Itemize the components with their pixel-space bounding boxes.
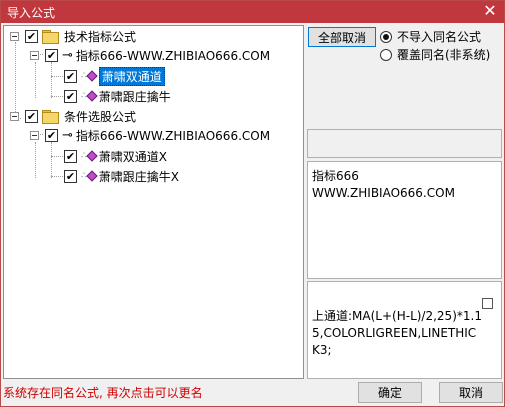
formula-icon: ∴ <box>81 150 98 162</box>
tree-pack[interactable]: ✔ ⊸ 指标666-WWW.ZHIBIAO666.COM <box>30 126 270 144</box>
tree-item-label: 萧啸双通道X <box>98 149 167 164</box>
item-checkbox[interactable]: ✔ <box>64 69 77 83</box>
tree-item[interactable]: ✔ ∴ 萧啸跟庄擒牛X <box>64 167 179 185</box>
item-checkbox[interactable]: ✔ <box>64 89 77 103</box>
info-line: WWW.ZHIBIAO666.COM <box>312 186 455 200</box>
tree-connector <box>51 142 52 178</box>
collapse-icon[interactable] <box>30 130 39 140</box>
status-message: 系统存在同名公式, 再次点击可以更名 <box>3 386 203 400</box>
radio-skip-duplicates[interactable]: 不导入同名公式 <box>380 28 481 45</box>
cancel-button[interactable]: 取消 <box>439 382 503 403</box>
radio-overwrite-duplicates[interactable]: 覆盖同名(非系统) <box>380 46 490 63</box>
collapse-icon[interactable] <box>30 50 39 60</box>
formula-icon: ∴ <box>81 90 98 102</box>
titlebar: 导入公式 ✕ <box>1 1 504 23</box>
tree-connector <box>51 176 65 177</box>
tree-item-label: 萧啸双通道 <box>98 66 165 86</box>
formula-icon: ∴ <box>81 170 98 182</box>
formula-icon: ∴ <box>81 70 98 82</box>
tree-item[interactable]: ✔ ∴ 萧啸双通道X <box>64 147 167 165</box>
radio-indicator[interactable] <box>380 30 392 43</box>
tree-connector <box>35 62 36 98</box>
collapse-icon[interactable] <box>10 111 19 121</box>
info-line: 指标666 <box>312 169 359 183</box>
folder-icon <box>42 30 59 44</box>
pack-checkbox[interactable]: ✔ <box>45 128 58 142</box>
info-text: 指标666 WWW.ZHIBIAO666.COM <box>312 168 455 202</box>
tree-item-label: 萧啸跟庄擒牛X <box>98 169 179 184</box>
radio-indicator[interactable] <box>380 48 392 61</box>
formula-panel[interactable]: 上通道:MA(L+(H-L)/2,25)*1.15,COLORLIGREEN,L… <box>307 281 502 379</box>
tree-group-label: 条件选股公式 <box>64 109 137 124</box>
tree-item[interactable]: ✔ ∴ 萧啸双通道 <box>64 66 165 86</box>
ok-button[interactable]: 确定 <box>358 382 422 403</box>
formula-text: 上通道:MA(L+(H-L)/2,25)*1.15,COLORLIGREEN,L… <box>312 309 482 357</box>
tree-connector <box>51 76 65 77</box>
window-title: 导入公式 <box>7 6 56 20</box>
empty-field <box>307 129 502 158</box>
key-icon: ⊸ <box>62 127 73 143</box>
radio-label: 不导入同名公式 <box>397 30 482 44</box>
tree-connector <box>51 62 52 98</box>
group-checkbox[interactable]: ✔ <box>25 29 38 43</box>
tree-pack-label: 指标666-WWW.ZHIBIAO666.COM <box>75 48 271 63</box>
tree-connector <box>35 142 36 178</box>
collapse-icon[interactable] <box>10 31 19 41</box>
info-panel: 指标666 WWW.ZHIBIAO666.COM <box>307 161 502 279</box>
pack-checkbox[interactable]: ✔ <box>45 48 58 62</box>
tree-pack-label: 指标666-WWW.ZHIBIAO666.COM <box>75 128 271 143</box>
tree-item-label: 萧啸跟庄擒牛 <box>98 89 171 104</box>
cancel-all-button[interactable]: 全部取消 <box>308 27 376 47</box>
tree-group-tech-indicators[interactable]: ✔ 技术指标公式 <box>10 27 136 45</box>
radio-label: 覆盖同名(非系统) <box>397 48 491 62</box>
key-icon: ⊸ <box>62 47 73 63</box>
tree-connector <box>51 96 65 97</box>
item-checkbox[interactable]: ✔ <box>64 169 77 183</box>
close-icon[interactable]: ✕ <box>482 2 498 20</box>
import-formula-dialog: 导入公式 ✕ ✔ 技术指标公式 ✔ ⊸ 指标666-WWW.ZHIBIAO666… <box>0 0 505 407</box>
tree-group-stock-selection[interactable]: ✔ 条件选股公式 <box>10 107 136 125</box>
folder-icon <box>42 110 59 124</box>
item-checkbox[interactable]: ✔ <box>64 149 77 163</box>
group-checkbox[interactable]: ✔ <box>25 109 38 123</box>
tree-connector <box>51 156 65 157</box>
formula-tree[interactable]: ✔ 技术指标公式 ✔ ⊸ 指标666-WWW.ZHIBIAO666.COM ✔ … <box>3 25 304 379</box>
tree-item[interactable]: ✔ ∴ 萧啸跟庄擒牛 <box>64 87 171 105</box>
tree-pack[interactable]: ✔ ⊸ 指标666-WWW.ZHIBIAO666.COM <box>30 46 270 64</box>
tree-group-label: 技术指标公式 <box>64 29 137 44</box>
